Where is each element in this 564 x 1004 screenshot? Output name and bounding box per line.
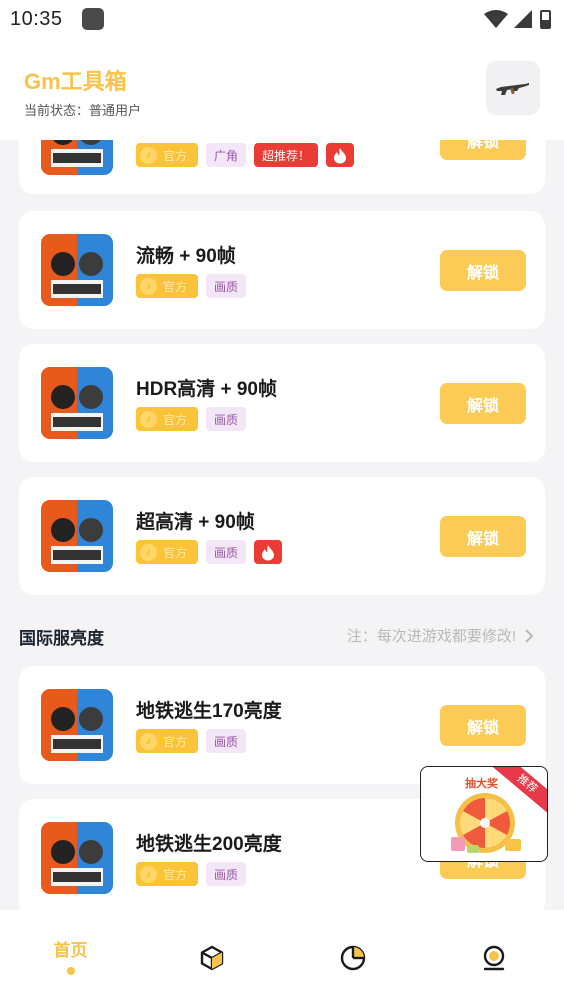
tag-row: ♪ 官方 广角 超推荐！ — [136, 143, 355, 167]
app-title: Gm工具箱 — [24, 69, 127, 94]
official-tag: ♪ 官方 — [136, 862, 198, 886]
rifle-icon — [496, 83, 529, 95]
super-recommend-tag: 超推荐！ — [254, 143, 319, 167]
official-badge-icon: ♪ — [140, 865, 157, 883]
notification-icon — [82, 8, 104, 30]
tag-text: 官方 — [163, 867, 188, 882]
tag-text: 官方 — [163, 545, 188, 560]
tag-row: ♪ 官方 画质 — [136, 862, 247, 886]
status-time: 10:35 — [10, 8, 63, 30]
unlock-button[interactable]: 解锁 — [440, 383, 526, 424]
official-badge-icon: ♪ — [140, 277, 157, 295]
tag-row: ♪ 官方 画质 — [136, 540, 283, 564]
official-tag: ♪ 官方 — [136, 274, 198, 298]
game-thumbnail — [41, 822, 113, 894]
official-tag: ♪ 官方 — [136, 729, 198, 753]
unlock-button[interactable]: 解锁 — [440, 140, 526, 160]
fire-icon — [326, 143, 355, 167]
pie-chart-icon — [340, 945, 365, 971]
list-item: ♪ 官方 广角 超推荐！ 解锁 — [19, 140, 545, 194]
quality-tag: 画质 — [206, 407, 247, 431]
quality-tag: 画质 — [206, 540, 247, 564]
nav-home[interactable]: 首页 — [0, 910, 141, 1004]
lottery-promo[interactable]: 抽大奖 推荐 — [420, 766, 548, 862]
item-title: HDR高清 + 90帧 — [136, 379, 277, 400]
profile-icon — [483, 945, 504, 971]
tag-text: 官方 — [163, 412, 188, 427]
quality-tag: 画质 — [206, 729, 247, 753]
nav-profile[interactable] — [423, 910, 564, 1004]
nav-home-label: 首页 — [53, 941, 88, 960]
item-title: 超高清 + 90帧 — [136, 512, 255, 533]
game-thumbnail — [41, 689, 113, 761]
unlock-button[interactable]: 解锁 — [440, 516, 526, 557]
tag-text: 官方 — [163, 279, 188, 294]
active-indicator — [66, 967, 75, 975]
tag-row: ♪ 官方 画质 — [136, 274, 247, 298]
official-tag: ♪ 官方 — [136, 540, 198, 564]
app-header: Gm工具箱 当前状态：普通用户 — [0, 38, 564, 140]
game-thumbnail — [41, 234, 113, 306]
bottom-nav: 首页 — [0, 910, 564, 1004]
user-status: 当前状态：普通用户 — [24, 103, 142, 118]
official-badge-icon: ♪ — [140, 732, 157, 750]
official-badge-icon: ♪ — [140, 146, 157, 164]
wide-angle-tag: 广角 — [206, 143, 247, 167]
quality-tag: 画质 — [206, 862, 247, 886]
signal-battery-icons — [484, 10, 551, 29]
tag-row: ♪ 官方 画质 — [136, 407, 247, 431]
tag-text: 官方 — [163, 734, 188, 749]
nav-stats[interactable] — [282, 910, 423, 1004]
list-item: HDR高清 + 90帧 ♪ 官方 画质 解锁 — [19, 344, 545, 462]
section-note-text: 注：每次进游戏都要修改! — [346, 628, 516, 645]
rifle-button[interactable] — [486, 61, 540, 115]
fire-icon — [254, 540, 283, 564]
game-thumbnail — [41, 500, 113, 572]
section-title: 国际服亮度 — [19, 629, 104, 648]
prize-wheel-icon — [451, 793, 521, 853]
list-item: 流畅 + 90帧 ♪ 官方 画质 解锁 — [19, 211, 545, 329]
section-note-link[interactable]: 注：每次进游戏都要修改! — [347, 625, 534, 646]
item-title: 地铁逃生200亮度 — [136, 834, 282, 855]
official-tag: ♪ 官方 — [136, 143, 198, 167]
item-title: 地铁逃生170亮度 — [136, 701, 282, 722]
game-thumbnail — [41, 367, 113, 439]
list-item: 超高清 + 90帧 ♪ 官方 画质 解锁 — [19, 477, 545, 595]
status-bar: 10:35 — [0, 0, 564, 38]
tag-row: ♪ 官方 画质 — [136, 729, 247, 753]
official-badge-icon: ♪ — [140, 543, 157, 561]
nav-tools[interactable] — [141, 910, 282, 1004]
unlock-button[interactable]: 解锁 — [440, 250, 526, 291]
official-badge-icon: ♪ — [140, 410, 157, 428]
unlock-button[interactable]: 解锁 — [440, 705, 526, 746]
official-tag: ♪ 官方 — [136, 407, 198, 431]
quality-tag: 画质 — [206, 274, 247, 298]
game-thumbnail — [41, 140, 113, 175]
chevron-right-icon — [525, 628, 534, 643]
tag-text: 官方 — [163, 148, 188, 163]
cube-icon — [200, 945, 223, 971]
item-title: 流畅 + 90帧 — [136, 246, 236, 267]
